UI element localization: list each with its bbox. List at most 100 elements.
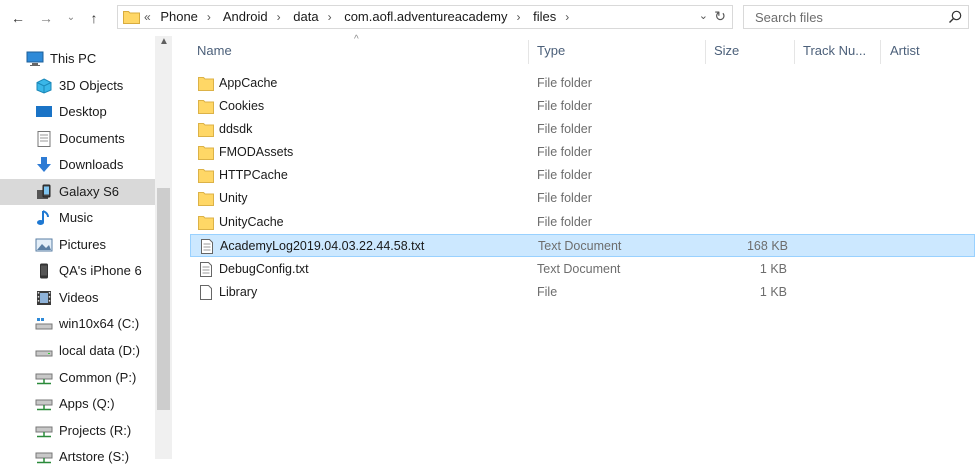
nav-item-label: Desktop [59,104,107,119]
file-type: File folder [537,145,592,159]
file-row[interactable]: Library File 1 KB [190,281,975,304]
column-divider[interactable] [880,40,881,64]
file-row-selected[interactable]: AcademyLog2019.04.03.22.44.58.txt Text D… [190,234,975,257]
nav-item-label: Apps (Q:) [59,396,115,411]
file-type: File [537,285,558,299]
column-divider[interactable] [705,40,706,64]
folder-icon [198,192,214,206]
iphone-icon [40,263,48,279]
file-row[interactable]: DebugConfig.txt Text Document 1 KB [190,258,975,281]
chevron-right-icon[interactable]: › [517,10,521,24]
nav-item-galaxy-s6[interactable]: Galaxy S6 [0,179,155,205]
address-history-dropdown[interactable]: ⌄ [699,9,708,22]
column-header-name[interactable]: Name [197,36,232,66]
breadcrumb-item-android[interactable]: Android [223,9,268,24]
nav-item-label: Common (P:) [59,370,137,385]
search-icon[interactable] [948,10,962,24]
column-header-size[interactable]: Size [714,36,739,66]
nav-item-drive-s[interactable]: Artstore (S:) [0,444,155,470]
search-box[interactable]: Search files [743,5,969,29]
scroll-up-icon[interactable]: ▲ [159,36,169,47]
file-name: FMODAssets [219,145,294,159]
phone-device-icon [37,184,51,199]
nav-item-label: QA's iPhone 6 [59,263,142,278]
music-icon [37,210,49,225]
nav-item-drive-d[interactable]: local data (D:) [0,338,155,364]
chevron-right-icon[interactable]: › [565,10,569,24]
file-name: Cookies [219,99,265,113]
chevron-right-icon[interactable]: › [277,10,281,24]
file-type: File folder [537,76,592,90]
file-size: 1 KB [759,285,787,299]
nav-item-qa-iphone[interactable]: QA's iPhone 6 [0,258,155,284]
file-row[interactable]: HTTPCache File folder [190,164,975,187]
videos-icon [37,291,51,305]
nav-item-label: Projects (R:) [59,423,132,438]
address-bar[interactable]: « Phone › Android › data › com.aofl.adventu… [117,5,733,29]
documents-icon [37,131,51,147]
nav-item-label: Artstore (S:) [59,449,130,464]
file-row[interactable]: Cookies File folder [190,95,975,118]
navigation-bar: ← → ⌄ ↑ « Phone › Android › data › com.aofl… [0,0,975,36]
network-drive-icon [35,399,53,411]
pictures-icon [35,238,53,252]
breadcrumb-overflow[interactable]: « [144,10,151,24]
file-size: 1 KB [759,262,787,276]
nav-item-drive-p[interactable]: Common (P:) [0,365,155,391]
breadcrumb-item-phone[interactable]: Phone [160,9,198,24]
chevron-right-icon[interactable]: › [207,10,211,24]
folder-icon [198,123,214,137]
file-row[interactable]: FMODAssets File folder [190,141,975,164]
column-divider[interactable] [794,40,795,64]
network-drive-icon [35,452,53,464]
nav-item-documents[interactable]: Documents [0,126,155,152]
nav-item-label: local data (D:) [59,343,140,358]
chevron-right-icon[interactable]: › [328,10,332,24]
nav-item-videos[interactable]: Videos [0,285,155,311]
pc-icon [26,51,44,66]
file-row[interactable]: Unity File folder [190,187,975,210]
refresh-icon[interactable]: ↻ [714,8,726,25]
file-type: File folder [537,191,592,205]
nav-item-drive-q[interactable]: Apps (Q:) [0,391,155,417]
nav-item-3d-objects[interactable]: 3D Objects [0,73,155,99]
back-button[interactable]: ← [9,8,27,28]
breadcrumb-item-data[interactable]: data [293,9,318,24]
nav-item-label: win10x64 (C:) [59,316,140,331]
file-row[interactable]: UnityCache File folder [190,211,975,234]
nav-item-desktop[interactable]: Desktop [0,99,155,125]
file-icon [200,285,212,300]
nav-item-pictures[interactable]: Pictures [0,232,155,258]
breadcrumb-item-files[interactable]: files [533,9,556,24]
column-divider[interactable] [528,40,529,64]
nav-item-label: Videos [59,290,99,305]
nav-item-label: 3D Objects [59,78,124,93]
nav-item-this-pc[interactable]: This PC [0,46,155,72]
file-name: DebugConfig.txt [219,262,309,276]
nav-item-label: Galaxy S6 [59,184,119,199]
up-button[interactable]: ↑ [85,8,103,28]
recent-locations-dropdown[interactable]: ⌄ [62,8,80,28]
column-header-track-number[interactable]: Track Nu... [803,36,866,66]
nav-scrollbar[interactable]: ▲ [155,36,172,459]
nav-item-drive-r[interactable]: Projects (R:) [0,418,155,444]
file-row[interactable]: ddsdk File folder [190,118,975,141]
network-drive-icon [35,373,53,385]
file-type: File folder [537,122,592,136]
file-name: HTTPCache [219,168,288,182]
file-name: Unity [219,191,248,205]
forward-button[interactable]: → [37,8,55,28]
text-file-icon [200,262,212,277]
column-header-artist[interactable]: Artist [890,36,920,66]
file-row[interactable]: AppCache File folder [190,72,975,95]
nav-item-drive-c[interactable]: win10x64 (C:) [0,311,155,337]
breadcrumb-item-package[interactable]: com.aofl.adventureacademy [344,9,507,24]
file-name: AppCache [219,76,278,90]
scrollbar-thumb[interactable] [157,188,170,410]
folder-icon [198,216,214,230]
column-header-type[interactable]: Type [537,36,565,66]
nav-item-downloads[interactable]: Downloads [0,152,155,178]
nav-item-label: Documents [59,131,125,146]
nav-item-music[interactable]: Music [0,205,155,231]
nav-item-label: Music [59,210,93,225]
